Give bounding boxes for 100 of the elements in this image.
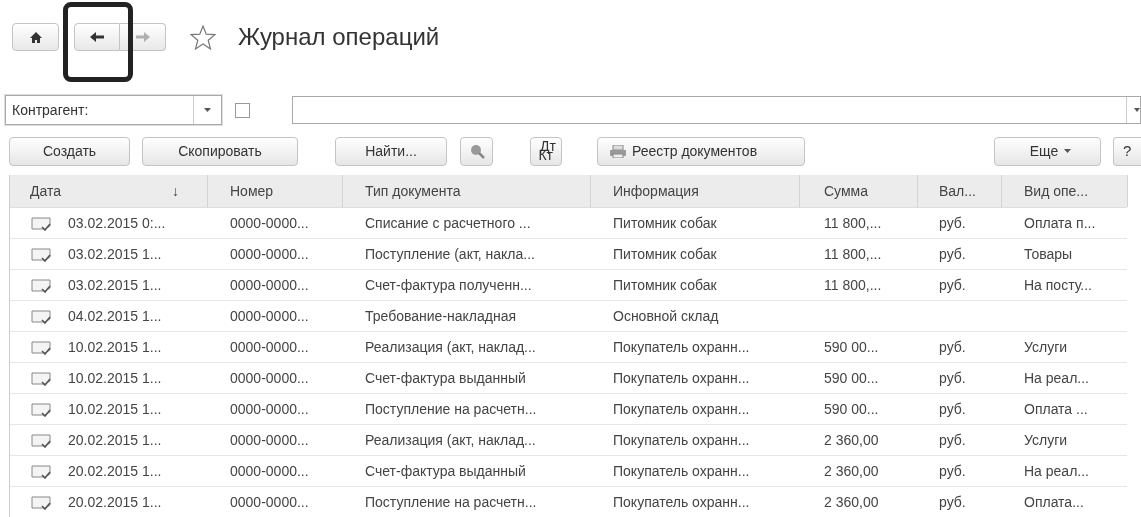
table-cell-text: руб. (939, 213, 966, 233)
table-cell-text: 0000-0000... (230, 399, 309, 419)
copy-button[interactable]: Скопировать (142, 136, 298, 166)
table-cell-text: Счет-фактура выданный (365, 461, 526, 481)
table-cell-text: Поступление на расчетн... (365, 399, 537, 419)
table-cell-text: руб. (939, 399, 966, 419)
table-cell-text: Поступление на расчетн... (365, 492, 537, 512)
table-cell-text: Оплата... (1024, 492, 1084, 512)
table-cell-text: Покупатель охранн... (613, 461, 750, 481)
table-cell-text: Покупатель охранн... (613, 337, 750, 357)
table-cell-text: руб. (939, 461, 966, 481)
printer-icon (610, 144, 626, 158)
table-cell-text: Покупатель охранн... (613, 492, 750, 512)
table-cell-text: Основной склад (613, 306, 719, 326)
table-cell-text: 0000-0000... (230, 306, 309, 326)
column-header-cell[interactable]: Дата ↓ (10, 175, 208, 207)
document-posted-icon (31, 432, 51, 448)
table-cell-text: Покупатель охранн... (613, 430, 750, 450)
dropdown-caret-icon (204, 108, 211, 112)
table-cell-text: 11 800,... (824, 244, 882, 264)
home-button[interactable] (12, 23, 59, 51)
table-cell-text: 590 00... (824, 399, 879, 419)
column-header[interactable]: Сумма (800, 175, 918, 207)
document-posted-icon (31, 215, 51, 231)
create-button[interactable]: Создать (9, 136, 130, 166)
table-cell-text: 590 00... (824, 337, 879, 357)
document-posted-icon (31, 494, 51, 510)
table-cell-text: 20.02.2015 1... (68, 492, 162, 512)
table-cell-text: 0000-0000... (230, 368, 309, 388)
table-cell-text: Оплата п... (1024, 213, 1096, 233)
column-header[interactable]: Вид опе... (1002, 175, 1128, 207)
column-header[interactable]: Номер (208, 175, 343, 207)
counterparty-value-field[interactable] (292, 96, 1141, 124)
document-posted-icon (31, 246, 51, 262)
table-cell-text: 10.02.2015 1... (68, 337, 162, 357)
help-button[interactable]: ? (1113, 136, 1141, 166)
table-cell-text: 0000-0000... (230, 337, 309, 357)
table-cell-text: Товары (1024, 244, 1073, 264)
table-cell-text: руб. (939, 337, 966, 357)
document-posted-icon (31, 339, 51, 355)
table-cell-text: Питомник собак (613, 275, 717, 295)
magnifier-icon (468, 143, 485, 159)
table-cell-text: 0000-0000... (230, 492, 309, 512)
table-cell-text: На реал... (1024, 461, 1089, 481)
table-cell-text: 20.02.2015 1... (68, 461, 162, 481)
document-posted-icon (31, 463, 51, 479)
caret-icon (1064, 149, 1072, 153)
star-icon (190, 24, 216, 50)
column-header[interactable]: Вал... (918, 175, 1002, 207)
table-cell-text: 0000-0000... (230, 244, 309, 264)
document-posted-icon (31, 277, 51, 293)
clear-search-button[interactable] (460, 136, 493, 166)
table-cell-text: 10.02.2015 1... (68, 399, 162, 419)
table-cell-text: Услуги (1024, 430, 1068, 450)
table-cell-text: Реализация (акт, наклад... (365, 337, 536, 357)
table-cell-text: Списание с расчетного ... (365, 213, 531, 233)
column-title: Дата (30, 181, 61, 201)
document-posted-icon (31, 308, 51, 324)
table-cell-text: Поступление (акт, накла... (365, 244, 535, 264)
table-cell-text: руб. (939, 368, 966, 388)
home-icon (29, 31, 42, 43)
counterparty-dropdown[interactable]: Контрагент: (5, 95, 222, 125)
table-cell-text: 11 800,... (824, 275, 882, 295)
table-cell-text: 2 360,00 (824, 430, 879, 450)
table-cell-text: Питомник собак (613, 244, 717, 264)
column-header[interactable]: Информация (591, 175, 800, 207)
table-cell-text: Питомник собак (613, 213, 717, 233)
table-cell-text: 20.02.2015 1... (68, 430, 162, 450)
filter-checkbox[interactable] (235, 102, 250, 118)
table-cell-text: 04.02.2015 1... (68, 306, 162, 326)
find-button[interactable]: Найти... (335, 136, 447, 166)
back-arrow-icon (90, 32, 104, 42)
more-menu-button[interactable]: Еще (994, 136, 1101, 166)
table-cell-text: Требование-накладная (365, 306, 517, 326)
sort-arrow: ↓ (172, 181, 179, 201)
table-cell-text: Покупатель охранн... (613, 368, 750, 388)
table-cell-text: 0000-0000... (230, 213, 309, 233)
document-posted-icon (31, 401, 51, 417)
table-cell-text: 0000-0000... (230, 430, 309, 450)
table-cell-text: руб. (939, 275, 966, 295)
table-cell-text: 590 00... (824, 368, 879, 388)
table-cell-text: 03.02.2015 0:... (68, 213, 166, 233)
table-cell-text: 2 360,00 (824, 492, 879, 512)
column-header[interactable]: Тип документа (343, 175, 591, 207)
favorite-star-button[interactable] (190, 24, 216, 50)
table-cell-text: На реал... (1024, 368, 1089, 388)
table-cell-text: Счет-фактура выданный (365, 368, 526, 388)
table-cell-text: Счет-фактура полученн... (365, 275, 532, 295)
table-cell-text: Оплата ... (1024, 399, 1088, 419)
table-cell-text: На посту... (1024, 275, 1092, 295)
table-cell-text: руб. (939, 430, 966, 450)
table-cell-text: Покупатель охранн... (613, 399, 750, 419)
table-cell-text: Услуги (1024, 337, 1068, 357)
table-cell-text: 0000-0000... (230, 461, 309, 481)
back-arrow-button[interactable] (74, 23, 120, 51)
table-cell-text: Реализация (акт, наклад... (365, 430, 536, 450)
forward-arrow-icon (135, 32, 150, 42)
table-cell-text: руб. (939, 492, 966, 512)
table-cell-text: 0000-0000... (230, 275, 309, 295)
document-register-button[interactable]: Реестр документов (597, 136, 805, 166)
